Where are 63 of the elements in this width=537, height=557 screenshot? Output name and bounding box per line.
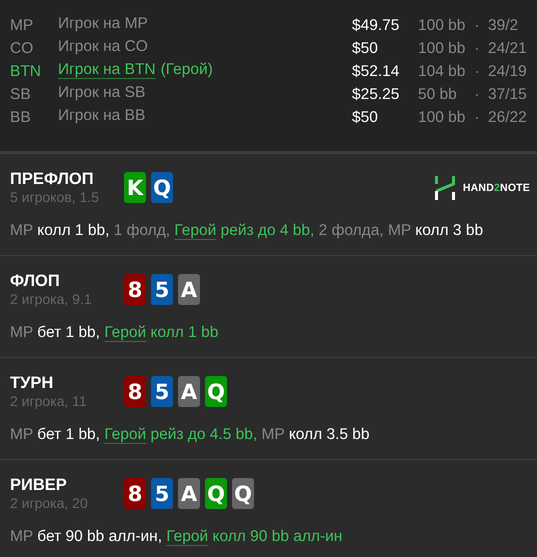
separator-dot-icon: [476, 70, 478, 72]
stack-bb: 100 bb: [418, 40, 466, 58]
stack-amount: $50: [352, 40, 379, 58]
player-name: Игрок на CO: [58, 38, 148, 56]
stack-amount: $50: [352, 108, 379, 126]
logo-text: HAND2NOTE: [462, 182, 530, 194]
hero-link[interactable]: Герой: [104, 324, 146, 341]
logo-icon: [434, 176, 456, 200]
street-info: 5 игроков, 1.5: [10, 189, 100, 206]
hero-link[interactable]: Герой: [104, 426, 146, 443]
player-stats: 26/22: [488, 108, 528, 126]
player-position: SB: [10, 86, 32, 104]
separator-dot-icon: [476, 116, 478, 118]
stack-bb: 50 bb: [418, 86, 458, 104]
stack-bb: 100 bb: [418, 108, 466, 126]
playing-card: K: [124, 172, 146, 203]
action-summary: MP бет 1 bb, Герой колл 1 bb: [10, 324, 220, 342]
stack-amount: $49.75: [352, 16, 400, 34]
playing-card: Q: [232, 478, 254, 509]
player-stats: 24/19: [488, 62, 528, 80]
playing-card: A: [178, 478, 200, 509]
action-summary: MP бет 1 bb, Герой рейз до 4.5 bb, MP колл 3.5 bb: [10, 426, 371, 444]
player-position: CO: [10, 40, 34, 58]
street-title: ПРЕФЛОП: [10, 170, 95, 189]
playing-card: A: [178, 376, 200, 407]
street-title: РИВЕР: [10, 476, 68, 495]
street-title: ФЛОП: [10, 272, 61, 291]
playing-card: Q: [151, 172, 173, 203]
street-info: 2 игрока, 20: [10, 495, 89, 512]
action-summary: MP бет 90 bb алл-ин, Герой колл 90 bb алл-ин: [10, 528, 344, 546]
stack-amount: $52.14: [352, 62, 400, 80]
action-summary: MP колл 1 bb, 1 фолд, Герой рейз до 4 bb, 2 фолда, MP колл 3 bb: [10, 222, 484, 240]
hero-tag: (Герой): [160, 61, 213, 79]
player-stats: 24/21: [488, 40, 528, 58]
playing-card: Q: [205, 478, 227, 509]
playing-card: 5: [151, 376, 173, 407]
player-name: Игрок на SB: [58, 84, 146, 102]
player-name[interactable]: Игрок на BTN: [58, 61, 156, 79]
player-name: Игрок на BB: [58, 107, 146, 125]
stack-bb: 104 bb: [418, 62, 466, 80]
player-stats: 39/2: [488, 16, 520, 34]
player-name: Игрок на MP: [58, 15, 148, 33]
playing-card: A: [178, 274, 200, 305]
playing-card: 5: [151, 478, 173, 509]
hero-link[interactable]: Герой: [174, 222, 216, 239]
hero-link[interactable]: Герой: [166, 528, 208, 545]
player-position: BB: [10, 108, 32, 126]
separator-dot-icon: [476, 94, 478, 96]
playing-card: 8: [124, 478, 146, 509]
street-title: ТУРН: [10, 374, 54, 393]
playing-card: 8: [124, 376, 146, 407]
player-stats: 37/15: [488, 86, 528, 104]
stack-amount: $25.25: [352, 86, 400, 104]
stack-bb: 100 bb: [418, 16, 466, 34]
separator-dot-icon: [476, 24, 478, 26]
playing-card: 5: [151, 274, 173, 305]
playing-card: 8: [124, 274, 146, 305]
separator-dot-icon: [476, 48, 478, 50]
playing-card: Q: [205, 376, 227, 407]
player-position: BTN: [10, 62, 42, 80]
street-info: 2 игрока, 11: [10, 393, 88, 410]
street-info: 2 игрока, 9.1: [10, 291, 93, 308]
player-position: MP: [10, 16, 34, 34]
